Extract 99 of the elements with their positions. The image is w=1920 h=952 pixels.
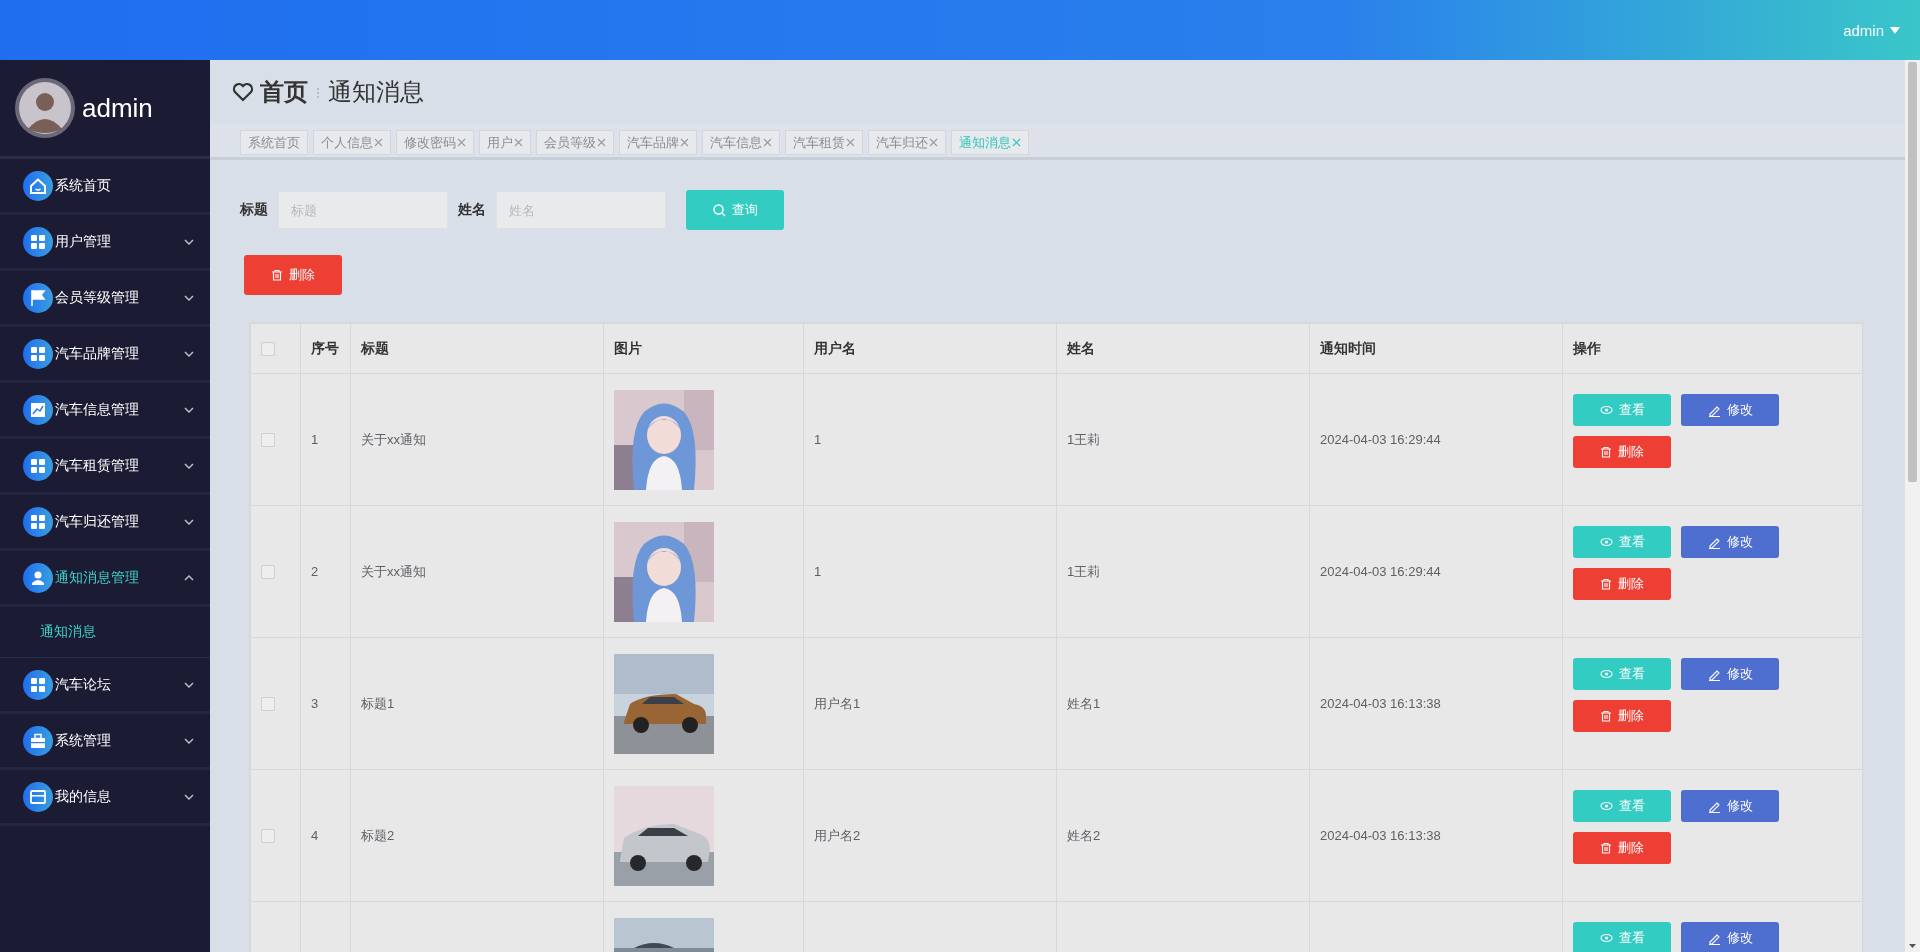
checkbox[interactable]	[261, 828, 275, 843]
column-header: 通知时间	[1320, 340, 1376, 356]
table-cell: 1	[311, 432, 319, 447]
avatar	[14, 77, 76, 139]
grid-icon	[22, 505, 54, 538]
tab[interactable]: 个人信息	[313, 130, 391, 155]
column-header: 姓名	[1067, 340, 1095, 356]
table-cell: 2024-04-03 16:13:38	[1320, 828, 1441, 843]
view-button[interactable]: 查看	[1573, 394, 1671, 426]
field-label: 姓名	[458, 201, 486, 219]
edit-button[interactable]: 修改	[1681, 526, 1779, 558]
close-icon[interactable]	[597, 138, 606, 147]
edit-button[interactable]: 修改	[1681, 658, 1779, 690]
table-cell: 关于xx通知	[361, 563, 426, 579]
grid-icon	[22, 668, 54, 701]
close-icon[interactable]	[1012, 138, 1021, 147]
flag-icon	[22, 281, 54, 314]
column-header: 操作	[1573, 340, 1601, 356]
submenu-item[interactable]: 通知消息	[40, 623, 96, 641]
close-icon[interactable]	[846, 138, 855, 147]
table-cell: 2024-04-03 16:29:44	[1320, 564, 1441, 579]
column-header: 图片	[614, 340, 642, 356]
briefcase-icon	[22, 724, 54, 757]
tab[interactable]: 系统首页	[240, 130, 308, 155]
close-icon[interactable]	[514, 138, 523, 147]
table-cell: 标题1	[361, 695, 395, 711]
table-cell: 1	[814, 432, 822, 447]
trash-icon	[1600, 842, 1612, 854]
view-button[interactable]: 查看	[1573, 922, 1671, 952]
table-cell: 2024-04-03 16:13:38	[1320, 696, 1441, 711]
delete-button[interactable]: 删除	[1573, 568, 1671, 600]
close-icon[interactable]	[763, 138, 772, 147]
checkbox[interactable]	[261, 432, 275, 447]
table-cell: 4	[311, 828, 319, 843]
tab[interactable]: 汽车品牌	[619, 130, 697, 155]
view-button[interactable]: 查看	[1573, 790, 1671, 822]
delete-button[interactable]: 删除	[1573, 700, 1671, 732]
view-button[interactable]: 查看	[1573, 658, 1671, 690]
table-cell: 1王莉	[1067, 563, 1101, 579]
trash-icon	[1600, 446, 1612, 458]
close-icon[interactable]	[374, 138, 383, 147]
table-cell: 用户名1	[814, 695, 861, 711]
tab[interactable]: 修改密码	[396, 130, 474, 155]
tab[interactable]: 汽车归还	[868, 130, 946, 155]
trash-icon	[1600, 578, 1612, 590]
close-icon[interactable]	[929, 138, 938, 147]
tab[interactable]: 会员等级	[536, 130, 614, 155]
breadcrumb-current: 通知消息	[328, 77, 424, 107]
checkbox[interactable]	[261, 696, 275, 711]
table-cell: 标题2	[361, 827, 395, 843]
table-cell: 关于xx通知	[361, 431, 426, 447]
user-menu[interactable]: admin	[1843, 21, 1884, 39]
checkbox[interactable]	[261, 341, 275, 356]
grid-icon	[22, 225, 54, 258]
search-button[interactable]: 查询	[686, 190, 784, 230]
eye-icon	[1599, 801, 1613, 811]
table-cell: 2024-04-03 16:29:44	[1320, 432, 1441, 447]
user-name: admin	[82, 92, 153, 124]
table-cell: 姓名1	[1067, 695, 1101, 711]
card-icon	[22, 780, 54, 813]
table-cell: 1王莉	[1067, 431, 1101, 447]
close-icon[interactable]	[457, 138, 466, 147]
edit-button[interactable]: 修改	[1681, 394, 1779, 426]
delete-button[interactable]: 删除	[244, 255, 342, 295]
eye-icon	[1599, 537, 1613, 547]
tab[interactable]: 汽车租赁	[785, 130, 863, 155]
chart-icon	[22, 393, 54, 426]
tab[interactable]: 用户	[479, 130, 531, 155]
table-cell: 用户名2	[814, 827, 861, 843]
view-button[interactable]: 查看	[1573, 526, 1671, 558]
grid-icon	[22, 337, 54, 370]
separator-icon	[314, 85, 322, 99]
column-header: 用户名	[814, 340, 856, 356]
column-header: 标题	[361, 340, 389, 356]
tab[interactable]: 汽车信息	[702, 130, 780, 155]
table-cell: 姓名2	[1067, 827, 1101, 843]
home-icon	[22, 169, 54, 202]
checkbox[interactable]	[261, 564, 275, 579]
heart-icon	[232, 82, 254, 102]
trash-icon	[1600, 710, 1612, 722]
delete-button[interactable]: 删除	[1573, 832, 1671, 864]
search-icon	[712, 203, 726, 217]
eye-icon	[1599, 933, 1613, 943]
delete-button[interactable]: 删除	[1573, 436, 1671, 468]
breadcrumb-link[interactable]: 首页	[260, 76, 308, 108]
eye-icon	[1599, 405, 1613, 415]
eye-icon	[1599, 669, 1613, 679]
field-label: 标题	[240, 201, 268, 219]
person-icon	[22, 561, 54, 594]
table-cell: 2	[311, 564, 319, 579]
grid-icon	[22, 449, 54, 482]
trash-icon	[271, 269, 283, 281]
column-header: 序号	[311, 340, 339, 356]
table-cell: 3	[311, 696, 319, 711]
table-cell: 1	[814, 564, 822, 579]
close-icon[interactable]	[680, 138, 689, 147]
edit-button[interactable]: 修改	[1681, 922, 1779, 952]
edit-button[interactable]: 修改	[1681, 790, 1779, 822]
caret-icon	[1890, 26, 1900, 34]
